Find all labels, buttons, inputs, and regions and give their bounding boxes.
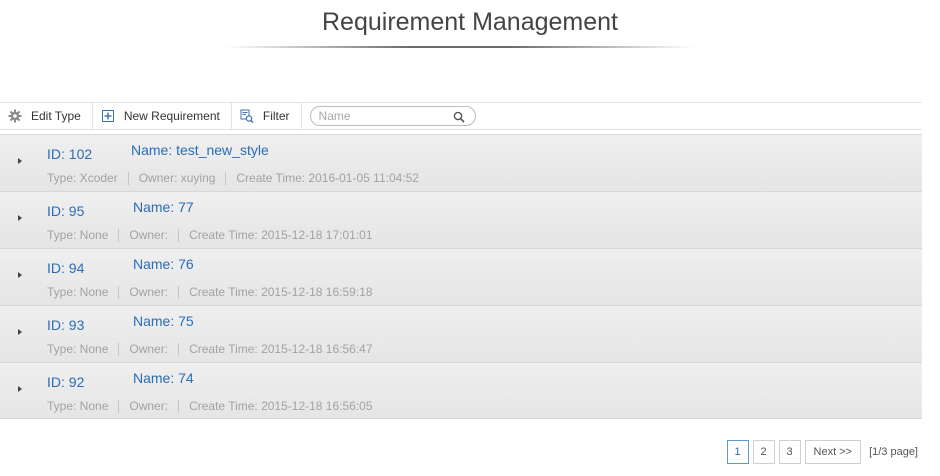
- new-requirement-button[interactable]: New Requirement: [93, 102, 232, 130]
- caret-right-icon[interactable]: [18, 272, 22, 278]
- filter-button[interactable]: Filter: [232, 102, 302, 130]
- title-divider: [225, 46, 695, 48]
- requirement-type: Type: Xcoder: [47, 171, 118, 185]
- requirement-name-link[interactable]: Name: 75: [133, 313, 194, 329]
- meta-divider: [225, 171, 227, 185]
- requirement-create-time: Create Time: 2016-01-05 11:04:52: [236, 171, 419, 185]
- next-page-button[interactable]: Next >>: [804, 440, 862, 464]
- caret-right-icon[interactable]: [18, 215, 22, 221]
- requirement-name-link[interactable]: Name: test_new_style: [131, 142, 269, 158]
- requirement-id: ID: 95: [47, 203, 85, 219]
- caret-right-icon[interactable]: [18, 386, 22, 392]
- filter-icon: [240, 109, 254, 123]
- meta-divider: [178, 342, 180, 356]
- toolbar: Edit Type New Requirement Filter: [0, 102, 922, 130]
- requirement-type: Type: None: [47, 342, 109, 356]
- requirement-meta: Type: None Owner: Create Time: 2015-12-1…: [47, 342, 373, 356]
- requirement-type: Type: None: [47, 285, 109, 299]
- requirement-create-time: Create Time: 2015-12-18 16:59:18: [189, 285, 373, 299]
- edit-type-label: Edit Type: [31, 109, 81, 123]
- page-info: [1/3 page]: [869, 446, 918, 458]
- edit-type-button[interactable]: Edit Type: [0, 102, 93, 130]
- caret-right-icon[interactable]: [18, 158, 22, 164]
- meta-divider: [127, 171, 129, 185]
- meta-divider: [118, 285, 120, 299]
- requirement-id: ID: 92: [47, 374, 85, 390]
- requirement-type: Type: None: [47, 399, 109, 413]
- requirement-name-link[interactable]: Name: 74: [133, 370, 194, 386]
- gear-icon: [8, 109, 22, 123]
- requirement-list: ID: 102 Name: test_new_style Type: Xcode…: [0, 134, 922, 419]
- requirement-type: Type: None: [47, 228, 109, 242]
- pagination: 1 2 3 Next >> [1/3 page]: [723, 440, 918, 464]
- requirement-meta: Type: None Owner: Create Time: 2015-12-1…: [47, 285, 373, 299]
- meta-divider: [178, 399, 180, 413]
- caret-right-icon[interactable]: [18, 329, 22, 335]
- page-title: Requirement Management: [322, 8, 618, 36]
- meta-divider: [178, 285, 180, 299]
- requirement-owner: Owner: xuying: [138, 171, 216, 185]
- new-requirement-label: New Requirement: [123, 109, 220, 123]
- filter-label: Filter: [262, 109, 290, 123]
- meta-divider: [178, 228, 180, 242]
- search-input[interactable]: [318, 109, 449, 123]
- requirement-meta: Type: Xcoder Owner: xuying Create Time: …: [47, 171, 419, 185]
- requirement-owner: Owner:: [129, 228, 169, 242]
- requirement-id: ID: 94: [47, 260, 85, 276]
- list-item[interactable]: ID: 92 Name: 74 Type: None Owner: Create…: [0, 362, 922, 419]
- page-button-3[interactable]: 3: [778, 440, 801, 464]
- requirement-name-link[interactable]: Name: 76: [133, 256, 194, 272]
- list-item[interactable]: ID: 95 Name: 77 Type: None Owner: Create…: [0, 191, 922, 248]
- requirement-meta: Type: None Owner: Create Time: 2015-12-1…: [47, 228, 373, 242]
- requirement-create-time: Create Time: 2015-12-18 16:56:47: [189, 342, 373, 356]
- list-item[interactable]: ID: 93 Name: 75 Type: None Owner: Create…: [0, 305, 922, 362]
- meta-divider: [118, 342, 120, 356]
- requirement-id: ID: 102: [47, 146, 93, 162]
- requirement-owner: Owner:: [129, 285, 169, 299]
- requirement-create-time: Create Time: 2015-12-18 16:56:05: [189, 399, 373, 413]
- search-icon[interactable]: [453, 110, 465, 123]
- requirement-owner: Owner:: [129, 399, 169, 413]
- requirement-name-link[interactable]: Name: 77: [133, 199, 194, 215]
- meta-divider: [118, 399, 120, 413]
- requirement-id: ID: 93: [47, 317, 85, 333]
- requirement-owner: Owner:: [129, 342, 169, 356]
- page-button-1[interactable]: 1: [726, 440, 749, 464]
- list-item[interactable]: ID: 102 Name: test_new_style Type: Xcode…: [0, 134, 922, 191]
- requirement-meta: Type: None Owner: Create Time: 2015-12-1…: [47, 399, 373, 413]
- requirement-create-time: Create Time: 2015-12-18 17:01:01: [189, 228, 373, 242]
- plus-box-icon: [101, 109, 115, 123]
- meta-divider: [118, 228, 120, 242]
- list-item[interactable]: ID: 94 Name: 76 Type: None Owner: Create…: [0, 248, 922, 305]
- search-box: [309, 106, 476, 126]
- page-button-2[interactable]: 2: [752, 440, 775, 464]
